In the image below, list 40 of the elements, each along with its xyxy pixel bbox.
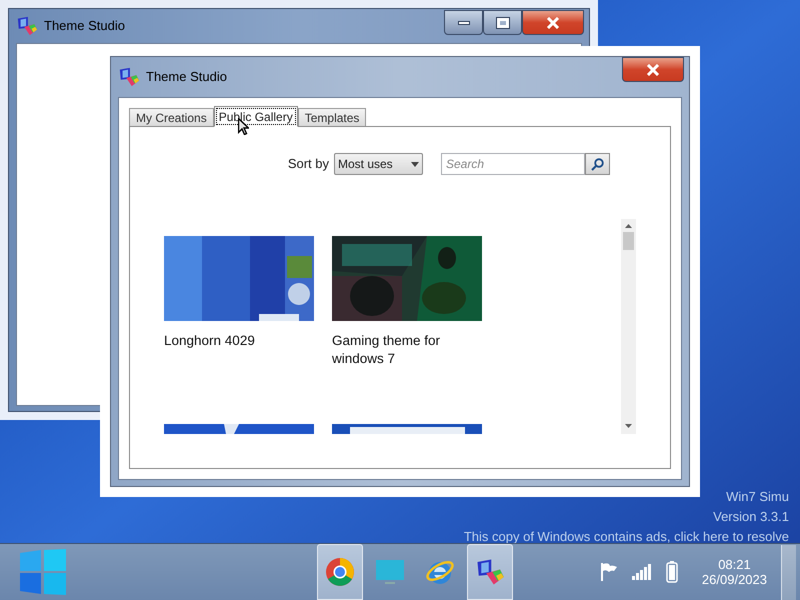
close-button[interactable] [622, 57, 684, 82]
minimize-button[interactable] [444, 10, 483, 35]
minimize-icon [458, 20, 470, 24]
scrollbar[interactable] [621, 219, 636, 434]
sort-dropdown[interactable]: Most uses [334, 153, 423, 175]
window-title: Theme Studio [146, 68, 227, 86]
tab[interactable]: Public Gallery [214, 106, 298, 127]
theme-title[interactable]: Longhorn 4029 [164, 332, 314, 350]
flag-icon[interactable] [600, 562, 618, 582]
maximize-button[interactable] [483, 10, 522, 35]
taskbar-button[interactable] [317, 544, 363, 600]
battery-icon[interactable] [666, 561, 678, 583]
window-title: Theme Studio [44, 17, 125, 36]
maximize-icon [496, 18, 508, 28]
close-icon [546, 16, 560, 28]
close-button[interactable] [522, 10, 584, 35]
browser-icon [325, 557, 355, 587]
scroll-thumb[interactable] [623, 232, 634, 250]
notice-text: Version 3.3.1 [713, 508, 789, 526]
signal-icon[interactable] [632, 564, 652, 580]
scroll-up-icon [625, 224, 632, 228]
close-icon [646, 64, 660, 76]
palette-computer-icon [118, 66, 140, 88]
search-field[interactable]: Search [441, 153, 585, 175]
notice-text: Win7 Simu [726, 488, 789, 506]
search-icon [591, 158, 604, 170]
theme-title[interactable]: Gaming theme for windows 7 [332, 332, 482, 368]
palette-computer-icon [475, 557, 505, 587]
scroll-down-icon [625, 424, 632, 428]
notice-text[interactable]: This copy of Windows contains ads, click here to resolve [464, 527, 789, 547]
sort-label: Sort by [288, 155, 329, 174]
palette-computer-icon [16, 15, 38, 37]
tab[interactable]: Templates [298, 108, 366, 126]
taskbar-button[interactable] [467, 544, 513, 600]
tab[interactable]: My Creations [129, 108, 214, 126]
show-desktop-button[interactable] [781, 544, 796, 600]
windows-logo-icon[interactable] [20, 549, 66, 595]
search-button[interactable] [585, 153, 610, 175]
dropdown-arrow-icon [411, 162, 419, 166]
monitor-icon [375, 558, 405, 586]
